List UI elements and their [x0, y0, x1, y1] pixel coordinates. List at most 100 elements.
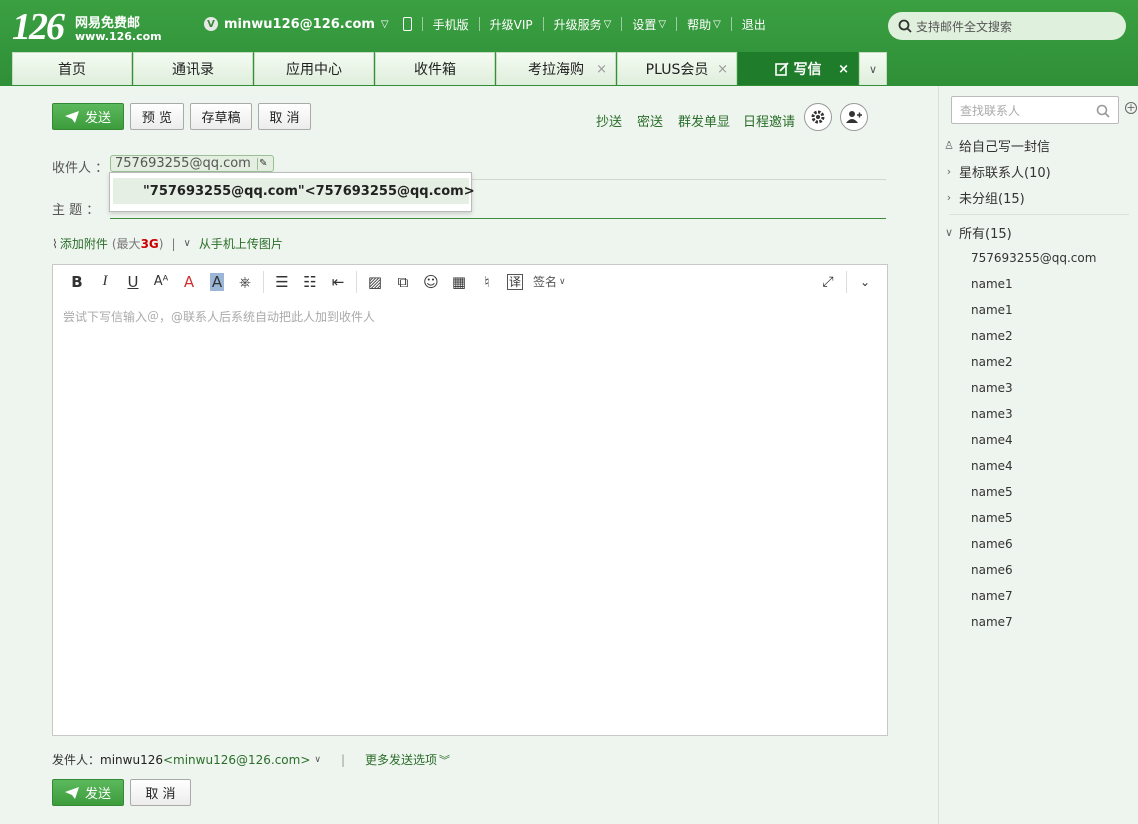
bulleted-list-icon[interactable]: ☷	[296, 271, 324, 293]
contact-item[interactable]: name7	[971, 615, 1013, 629]
suggestion-name: "757693255@qq.com"	[143, 183, 305, 199]
cancel-button[interactable]: 取 消	[258, 103, 311, 130]
mass-single-link[interactable]: 群发单显	[678, 111, 730, 130]
signature-dropdown[interactable]: 签名 ∨	[533, 271, 566, 293]
chevron-down-icon: ∨	[559, 276, 566, 287]
format-brush-icon[interactable]: ⎈	[231, 271, 259, 293]
nav-upgrade-vip-link[interactable]: 升级VIP	[490, 16, 533, 33]
contact-item[interactable]: name3	[971, 407, 1013, 421]
voice-icon[interactable]: ♮	[473, 271, 501, 293]
contact-item[interactable]: name5	[971, 485, 1013, 499]
search-icon[interactable]	[1096, 104, 1110, 118]
highlight-color-icon[interactable]: A	[203, 271, 231, 293]
account-name[interactable]: minwu126@126.com	[224, 17, 375, 32]
tab-apps[interactable]: 应用中心	[254, 52, 374, 85]
underline-icon[interactable]: U	[119, 271, 147, 293]
save-draft-button[interactable]: 存草稿	[190, 103, 252, 130]
add-contact-button[interactable]	[840, 103, 868, 131]
vip-badge-icon[interactable]: V	[204, 17, 218, 31]
collapse-toolbar-icon[interactable]: ⌄	[851, 271, 879, 293]
settings-button[interactable]	[804, 103, 832, 131]
add-contact-plus-icon[interactable]: +	[1125, 102, 1137, 114]
rich-text-editor[interactable]: B I U Aᴬ A A ⎈ ☰ ☷ ⇤ ▨ ⧉ ☺ ▦ ♮ 译 签名 ∨ ⤢ ⌄…	[52, 264, 888, 736]
contact-item[interactable]: name6	[971, 537, 1013, 551]
logo-number[interactable]: 126	[12, 8, 65, 46]
screenshot-icon[interactable]: ⧉	[389, 271, 417, 293]
editor-toolbar: B I U Aᴬ A A ⎈ ☰ ☷ ⇤ ▨ ⧉ ☺ ▦ ♮ 译 签名 ∨	[53, 265, 887, 298]
expand-icon[interactable]: ⤢	[814, 271, 842, 293]
cc-link[interactable]: 抄送	[596, 111, 622, 130]
send-label: 发送	[84, 111, 111, 126]
contact-item[interactable]: name2	[971, 329, 1013, 343]
send-button[interactable]: 发送	[52, 103, 124, 130]
translate-icon[interactable]: 译	[507, 273, 523, 290]
account-chevron-down-icon[interactable]: ▽	[381, 19, 389, 30]
schedule-invite-link[interactable]: 日程邀请	[743, 111, 795, 130]
tab-home[interactable]: 首页	[12, 52, 132, 85]
group-all[interactable]: ∨ 所有(15)	[939, 221, 1138, 243]
nav-help-link[interactable]: 帮助	[687, 16, 711, 33]
edit-pencil-icon[interactable]: ✎	[256, 157, 269, 170]
close-icon[interactable]: ×	[717, 62, 728, 77]
close-icon[interactable]: ×	[838, 62, 849, 77]
double-chevron-down-icon[interactable]: ︾	[439, 752, 450, 768]
nav-settings-link[interactable]: 设置	[632, 16, 656, 33]
emoji-icon[interactable]: ☺	[417, 271, 445, 293]
contact-item[interactable]: name5	[971, 511, 1013, 525]
more-send-options-link[interactable]: 更多发送选项	[365, 751, 437, 768]
contact-item[interactable]: name7	[971, 589, 1013, 603]
subject-input[interactable]	[110, 218, 886, 219]
recipient-chip[interactable]: 757693255@qq.com ✎	[110, 155, 274, 172]
from-label: 发件人：	[52, 753, 101, 767]
group-ungrouped[interactable]: › 未分组(15)	[939, 186, 1138, 208]
contact-search-placeholder: 查找联系人	[960, 103, 1021, 118]
calendar-icon[interactable]: ▦	[445, 271, 473, 293]
bcc-link[interactable]: 密送	[637, 111, 663, 130]
contact-item[interactable]: name4	[971, 459, 1013, 473]
add-attachment-link[interactable]: 添加附件	[60, 235, 108, 252]
attach-chevron-down-icon[interactable]: ∨	[184, 238, 191, 249]
cancel-button-bottom[interactable]: 取 消	[130, 779, 191, 806]
tab-kaola[interactable]: 考拉海购 ×	[496, 52, 616, 85]
nav-upgrade-service-link[interactable]: 升级服务	[554, 16, 602, 33]
logo-text[interactable]: 网易免费邮	[75, 12, 140, 31]
preview-button[interactable]: 预 览	[130, 103, 184, 130]
upload-from-phone-link[interactable]: 从手机上传图片	[199, 235, 283, 252]
font-size-icon[interactable]: Aᴬ	[147, 271, 175, 293]
italic-icon[interactable]: I	[91, 271, 119, 293]
nav-logout-link[interactable]: 退出	[742, 16, 766, 33]
phone-icon[interactable]	[402, 17, 412, 31]
font-color-icon[interactable]: A	[175, 271, 203, 293]
contact-item[interactable]: name6	[971, 563, 1013, 577]
send-button-bottom[interactable]: 发送	[52, 779, 124, 806]
logo-url[interactable]: www.126.com	[75, 30, 162, 43]
tab-compose[interactable]: 写信 ×	[738, 52, 858, 85]
contact-item[interactable]: name1	[971, 277, 1013, 291]
contact-item[interactable]: name4	[971, 433, 1013, 447]
contact-search-input[interactable]: 查找联系人	[951, 96, 1119, 124]
contact-item[interactable]: 757693255@qq.com	[971, 251, 1096, 265]
from-name[interactable]: minwu126	[100, 753, 163, 767]
send-icon	[64, 786, 79, 799]
write-to-self-link[interactable]: ♙ 给自己写一封信	[939, 134, 1138, 156]
tab-more-button[interactable]: ∨	[859, 52, 887, 85]
contact-item[interactable]: name2	[971, 355, 1013, 369]
contact-item[interactable]: name3	[971, 381, 1013, 395]
bold-icon[interactable]: B	[63, 271, 91, 293]
suggestion-item[interactable]: "757693255@qq.com" <757693255@qq.com>	[113, 178, 475, 204]
from-chevron-down-icon[interactable]: ∨	[314, 755, 321, 765]
group-starred[interactable]: › 星标联系人(10)	[939, 160, 1138, 182]
close-icon[interactable]: ×	[596, 62, 607, 77]
send-label: 发送	[84, 787, 111, 802]
fulltext-search-input[interactable]: 支持邮件全文搜索	[888, 12, 1126, 40]
from-address[interactable]: <minwu126@126.com>	[163, 753, 310, 767]
outdent-icon[interactable]: ⇤	[324, 271, 352, 293]
insert-image-icon[interactable]: ▨	[361, 271, 389, 293]
tab-inbox[interactable]: 收件箱	[375, 52, 495, 85]
tab-contacts[interactable]: 通讯录	[133, 52, 253, 85]
contact-item[interactable]: name1	[971, 303, 1013, 317]
tab-plus[interactable]: PLUS会员 ×	[617, 52, 737, 85]
nav-mobile-link[interactable]: 手机版	[433, 16, 469, 33]
align-left-icon[interactable]: ☰	[268, 271, 296, 293]
nav-divider	[421, 17, 423, 31]
